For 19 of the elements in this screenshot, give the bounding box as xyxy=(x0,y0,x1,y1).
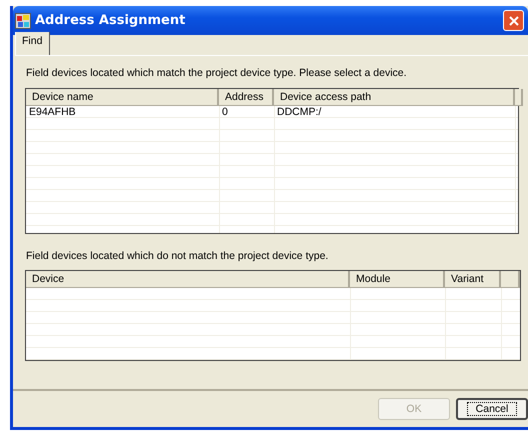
app-icon xyxy=(15,12,31,28)
table-cell-text: DDCMP:/ xyxy=(276,106,322,117)
column-header xyxy=(501,271,520,288)
tab[interactable]: Find xyxy=(15,32,50,55)
caption-text: Field devices located which match the project device type. Please select a device. xyxy=(26,67,408,81)
column-header[interactable]: Device name xyxy=(26,89,219,106)
window-title: Address Assignment xyxy=(35,13,186,28)
column-header[interactable]: Variant xyxy=(445,271,501,288)
column-header[interactable]: Module xyxy=(350,271,445,288)
column-header[interactable]: Device xyxy=(26,271,350,288)
close-button[interactable] xyxy=(503,10,524,31)
column-header xyxy=(515,89,523,106)
column-header[interactable]: Address xyxy=(219,89,274,106)
column-header[interactable]: Device access path xyxy=(274,89,515,106)
table-cell-text: 0 xyxy=(221,106,229,117)
table-cell-text: E94AFHB xyxy=(28,106,77,117)
dialog-button[interactable]: Cancel xyxy=(456,398,528,420)
close-icon xyxy=(508,16,518,26)
caption-text: Field devices located which do not match the project device type. xyxy=(26,250,330,264)
